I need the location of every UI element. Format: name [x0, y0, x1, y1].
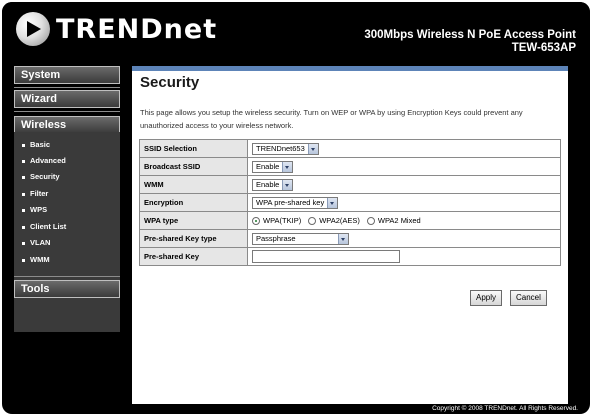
form-label: Encryption	[139, 193, 248, 212]
wpa-type-radio-group: WPA(TKIP) WPA2(AES) WPA2 Mixed	[252, 216, 556, 225]
main-panel: Security This page allows you setup the …	[132, 66, 568, 404]
submenu-item-wmm[interactable]: WMM	[22, 255, 50, 264]
app-frame: TRENDnet 300Mbps Wireless N PoE Access P…	[2, 2, 590, 414]
form-row-psk-type: Pre-shared Key type Passphrase	[139, 229, 561, 248]
submenu-label: Client List	[30, 222, 67, 231]
form-row-encryption: Encryption WPA pre-shared key	[139, 193, 561, 212]
psk-type-select[interactable]: Passphrase	[252, 232, 349, 245]
wpa2-mixed-radio[interactable]: WPA2 Mixed	[366, 216, 421, 225]
sidebar-item-system[interactable]: System	[14, 66, 120, 84]
form-label: Pre-shared Key	[139, 247, 248, 266]
select-value: Enable	[256, 162, 280, 171]
form-label: WMM	[139, 175, 248, 194]
page-description: This page allows you setup the wireless …	[140, 108, 523, 130]
submenu-label: VLAN	[30, 238, 51, 247]
bullet-icon	[22, 225, 25, 229]
form-row-wmm: WMM Enable	[139, 175, 561, 194]
chevron-down-icon	[282, 161, 293, 172]
security-form: SSID Selection TRENDnet653 Broadcast SSI…	[139, 139, 561, 266]
wpa2-aes-radio[interactable]: WPA2(AES)	[308, 216, 360, 225]
form-row-ssid: SSID Selection TRENDnet653	[139, 139, 561, 158]
bullet-icon	[22, 159, 25, 163]
chevron-down-icon	[327, 197, 338, 208]
header: TRENDnet 300Mbps Wireless N PoE Access P…	[2, 2, 590, 62]
form-label: WPA type	[139, 211, 248, 230]
form-value: WPA(TKIP) WPA2(AES) WPA2 Mixed	[247, 211, 561, 230]
radio-checked-icon	[252, 216, 260, 225]
trendnet-logo-icon	[16, 12, 50, 46]
form-row-broadcast-ssid: Broadcast SSID Enable	[139, 157, 561, 176]
broadcast-ssid-select[interactable]: Enable	[252, 160, 294, 173]
product-title: 300Mbps Wireless N PoE Access Point TEW-…	[364, 29, 576, 55]
encryption-select[interactable]: WPA pre-shared key	[252, 196, 339, 209]
chevron-down-icon	[307, 143, 318, 154]
submenu-item-security[interactable]: Security	[22, 172, 60, 181]
form-row-psk: Pre-shared Key	[139, 247, 561, 266]
form-row-wpa-type: WPA type WPA(TKIP) WPA2(AES) WPA2 Mixed	[139, 211, 561, 230]
select-value: Enable	[256, 180, 280, 189]
wmm-select[interactable]: Enable	[252, 178, 294, 191]
submenu-item-advanced[interactable]: Advanced	[22, 156, 66, 165]
form-value: Enable	[247, 175, 561, 194]
submenu-label: Security	[30, 172, 60, 181]
psk-input[interactable]	[252, 250, 400, 263]
bullet-icon	[22, 143, 25, 147]
submenu-label: Filter	[30, 189, 49, 198]
sidebar-divider	[14, 111, 120, 112]
form-value: WPA pre-shared key	[247, 193, 561, 212]
ssid-select[interactable]: TRENDnet653	[252, 142, 319, 155]
chevron-down-icon	[338, 233, 348, 244]
form-label: SSID Selection	[139, 139, 248, 158]
submenu-label: WPS	[30, 205, 48, 214]
logo-text: TRENDnet	[56, 13, 218, 45]
radio-label: WPA2(AES)	[319, 216, 360, 225]
page-title: Security	[140, 74, 200, 91]
submenu-item-filter[interactable]: Filter	[22, 189, 48, 198]
submenu-item-vlan[interactable]: VLAN	[22, 238, 50, 247]
chevron-down-icon	[282, 179, 293, 190]
logo: TRENDnet	[16, 12, 217, 46]
bullet-icon	[22, 241, 25, 245]
submenu-label: WMM	[30, 255, 50, 264]
radio-label: WPA2 Mixed	[377, 216, 421, 225]
bullet-icon	[22, 175, 25, 179]
sidebar-divider	[14, 276, 120, 277]
form-value: Enable	[247, 157, 561, 176]
select-value: WPA pre-shared key	[256, 198, 325, 207]
submenu-label: Advanced	[30, 156, 66, 165]
sidebar-item-tools[interactable]: Tools	[14, 280, 120, 298]
apply-button[interactable]: Apply	[470, 290, 503, 306]
product-name: 300Mbps Wireless N PoE Access Point	[364, 29, 576, 41]
radio-unchecked-icon	[366, 216, 375, 225]
select-value: Passphrase	[256, 234, 296, 243]
form-label: Pre-shared Key type	[139, 229, 248, 248]
submenu-item-wps[interactable]: WPS	[22, 205, 47, 214]
form-label: Broadcast SSID	[139, 157, 248, 176]
form-value: TRENDnet653	[247, 139, 561, 158]
submenu-item-basic[interactable]: Basic	[22, 140, 50, 149]
main-accent-bar	[132, 66, 568, 71]
sidebar-item-wizard[interactable]: Wizard	[14, 90, 120, 108]
sidebar-divider	[14, 87, 120, 88]
wireless-submenu: Basic Advanced Security Filter WPS Clien…	[14, 132, 120, 332]
footer-copyright: Copyright © 2008 TRENDnet. All Rights Re…	[432, 405, 578, 412]
bullet-icon	[22, 192, 25, 196]
sidebar: System Wizard Wireless Basic Advanced Se…	[14, 62, 132, 402]
select-value: TRENDnet653	[256, 144, 305, 153]
radio-label: WPA(TKIP)	[263, 216, 302, 225]
bullet-icon	[22, 208, 25, 212]
wpa-tkip-radio[interactable]: WPA(TKIP)	[252, 216, 301, 225]
product-model: TEW-653AP	[511, 42, 576, 54]
cancel-button[interactable]: Cancel	[510, 290, 547, 306]
bullet-icon	[22, 258, 25, 262]
radio-unchecked-icon	[308, 216, 317, 225]
form-value: Passphrase	[247, 229, 561, 248]
submenu-item-client-list[interactable]: Client List	[22, 222, 66, 231]
form-value	[247, 247, 561, 266]
submenu-label: Basic	[30, 140, 51, 149]
